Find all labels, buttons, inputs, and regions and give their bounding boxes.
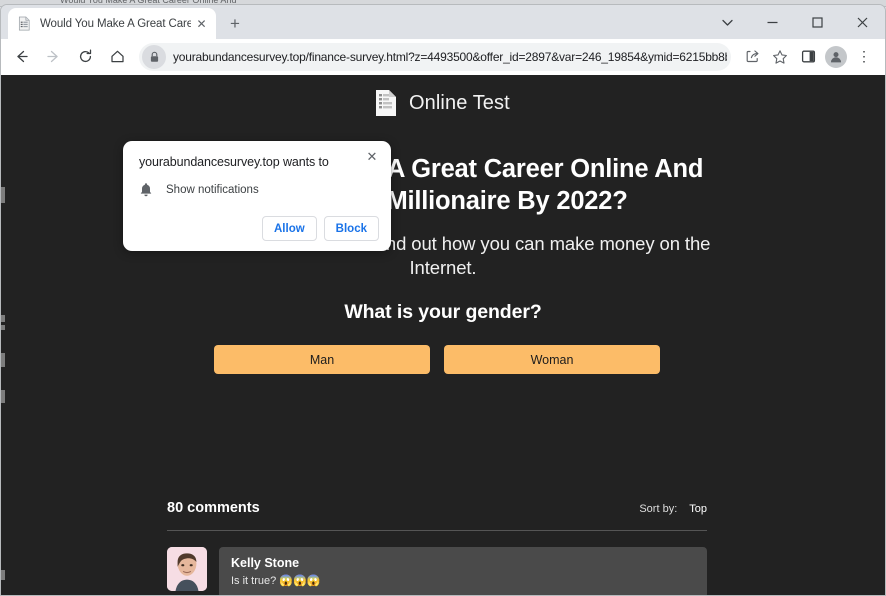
reload-icon[interactable] (71, 43, 99, 71)
comments-section: 80 comments Sort by: Top Kelly Stone Is … (167, 500, 707, 595)
comment-author: Kelly Stone (231, 556, 300, 570)
answer-button-man[interactable]: Man (214, 345, 430, 374)
page-edge-artifact (1, 390, 5, 403)
browser-window: Would You Make A Great Career ✕ + yourab… (0, 4, 886, 596)
tab-search-icon[interactable] (705, 6, 750, 38)
back-icon[interactable] (7, 43, 35, 71)
forward-icon (39, 43, 67, 71)
new-tab-button[interactable]: + (223, 12, 247, 36)
answer-button-woman[interactable]: Woman (444, 345, 660, 374)
minimize-icon[interactable] (750, 6, 795, 38)
profile-avatar-icon[interactable] (823, 44, 849, 70)
notification-permission-dialog: ✕ yourabundancesurvey.top wants to Show … (123, 141, 391, 251)
page-viewport: Online Test Would You Make A Great Caree… (1, 75, 885, 595)
address-bar[interactable]: yourabundancesurvey.top/finance-survey.h… (139, 42, 731, 71)
permission-row: Show notifications (139, 182, 375, 198)
site-title: Online Test (409, 91, 510, 114)
bell-icon (139, 182, 153, 198)
comment-item: Kelly Stone Is it true? 😱😱😱 (167, 547, 707, 595)
url-text: yourabundancesurvey.top/finance-survey.h… (173, 49, 727, 64)
star-icon[interactable] (767, 44, 793, 70)
sort-by-label: Sort by: (639, 503, 678, 515)
permission-actions: Allow Block (262, 216, 379, 241)
comments-count: 80 comments (167, 500, 260, 516)
browser-tab[interactable]: Would You Make A Great Career ✕ (8, 8, 216, 39)
allow-button[interactable]: Allow (262, 216, 317, 241)
home-icon[interactable] (103, 43, 131, 71)
lock-icon[interactable] (142, 44, 166, 69)
side-panel-icon[interactable] (795, 44, 821, 70)
close-icon[interactable]: ✕ (193, 15, 210, 32)
survey-answers: Man Woman (214, 345, 660, 374)
user-avatar-photo (167, 547, 207, 591)
sort-by-value[interactable]: Top (689, 503, 707, 515)
survey-question: What is your gender? (344, 301, 542, 323)
close-icon[interactable]: ✕ (362, 147, 382, 167)
permission-dialog-title: yourabundancesurvey.top wants to (139, 155, 329, 169)
page-edge-artifact (1, 570, 5, 580)
window-controls (705, 5, 885, 39)
comment-text: Is it true? 😱😱😱 (231, 575, 321, 587)
tab-title: Would You Make A Great Career (40, 17, 191, 30)
page-edge-artifact (1, 353, 5, 367)
site-header: Online Test (1, 75, 885, 131)
permission-description: Show notifications (166, 184, 259, 196)
form-document-icon (375, 89, 397, 117)
comment-bubble: Kelly Stone Is it true? 😱😱😱 (219, 547, 707, 595)
browser-menu-icon[interactable]: ⋮ (851, 44, 877, 70)
maximize-icon[interactable] (795, 6, 840, 38)
share-icon[interactable] (739, 44, 765, 70)
comments-header: 80 comments Sort by: Top (167, 500, 707, 531)
page-edge-artifact (1, 325, 5, 330)
comments-sort[interactable]: Sort by: Top (639, 503, 707, 515)
document-form-icon (17, 16, 32, 31)
tab-strip: Would You Make A Great Career ✕ + (1, 5, 885, 39)
block-button[interactable]: Block (323, 216, 379, 241)
close-window-icon[interactable] (840, 6, 885, 38)
browser-toolbar: yourabundancesurvey.top/finance-survey.h… (1, 39, 885, 75)
